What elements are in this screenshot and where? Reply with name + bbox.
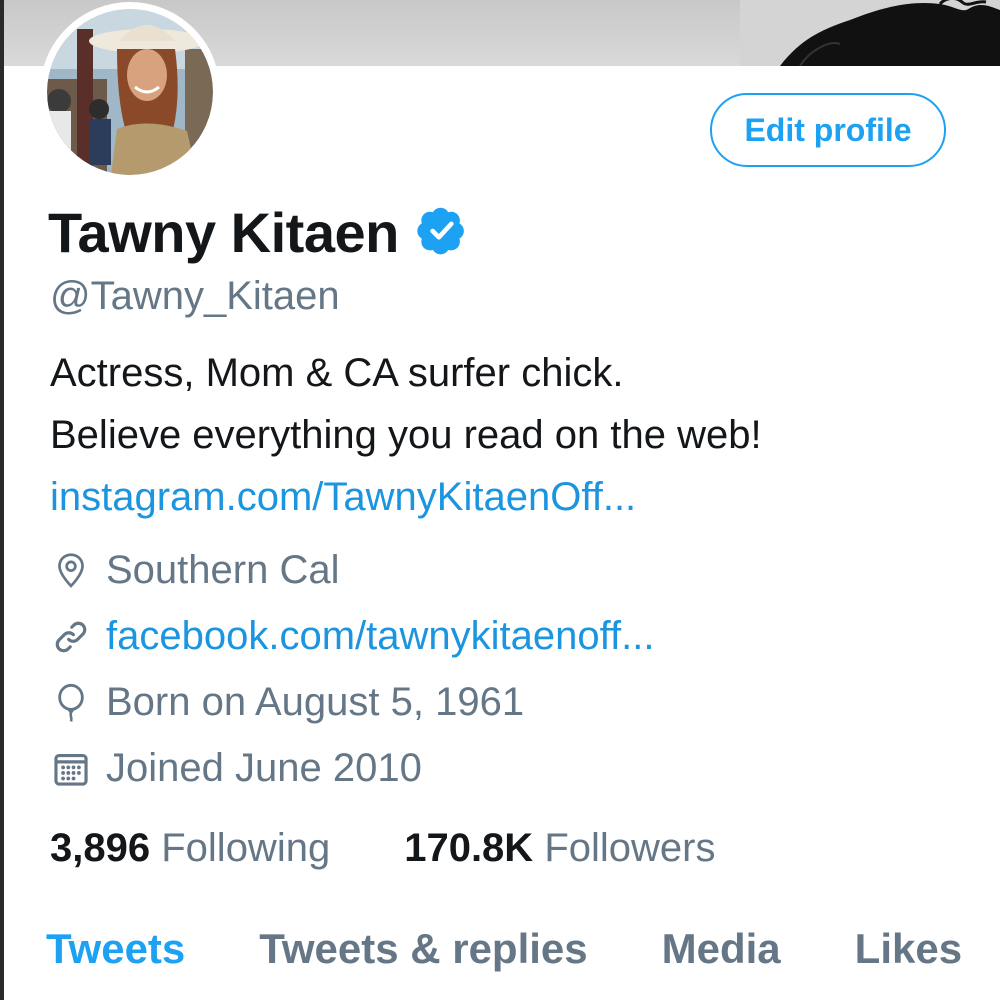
website-link[interactable]: facebook.com/tawnykitaenoff...	[106, 614, 654, 659]
bio-line: Actress, Mom & CA surfer chick.	[50, 351, 624, 395]
tab-tweets-replies[interactable]: Tweets & replies	[259, 925, 587, 973]
birthdate-text: Born on August 5, 1961	[106, 680, 525, 724]
profile-page: Edit profile Tawny Kitaen @Tawny_Kitaen …	[0, 0, 1000, 1000]
profile-birthdate: Born on August 5, 1961	[50, 680, 524, 725]
profile-bio: Actress, Mom & CA surfer chick. Believe …	[50, 342, 762, 528]
name-row: Tawny Kitaen	[48, 200, 467, 265]
follow-stats: 3,896 Following 170.8K Followers	[50, 826, 715, 871]
edit-profile-button[interactable]: Edit profile	[710, 93, 946, 167]
window-edge	[0, 0, 4, 1000]
followers-stat[interactable]: 170.8K Followers	[404, 826, 715, 871]
banner-image	[740, 0, 1000, 66]
bio-instagram-link[interactable]: instagram.com/TawnyKitaenOff...	[50, 466, 762, 528]
calendar-icon	[50, 748, 92, 790]
following-count: 3,896	[50, 826, 151, 870]
avatar[interactable]	[40, 2, 220, 182]
link-icon	[50, 616, 92, 658]
profile-handle: @Tawny_Kitaen	[50, 274, 340, 318]
avatar-image	[47, 9, 213, 175]
followers-label: Followers	[544, 826, 716, 870]
profile-website: facebook.com/tawnykitaenoff...	[50, 614, 654, 659]
bio-line: Believe everything you read on the web!	[50, 413, 762, 457]
joined-text: Joined June 2010	[106, 746, 422, 790]
verified-badge-icon	[417, 205, 467, 260]
following-stat[interactable]: 3,896 Following	[50, 826, 330, 871]
tab-tweets[interactable]: Tweets	[46, 925, 185, 973]
following-label: Following	[161, 826, 331, 870]
tab-likes[interactable]: Likes	[855, 925, 962, 973]
tab-media[interactable]: Media	[662, 925, 781, 973]
profile-location: Southern Cal	[50, 548, 339, 593]
balloon-icon	[50, 682, 92, 724]
profile-tabs: Tweets Tweets & replies Media Likes	[46, 925, 962, 973]
followers-count: 170.8K	[404, 826, 534, 870]
location-pin-icon	[50, 550, 92, 592]
location-text: Southern Cal	[106, 548, 340, 592]
profile-joined: Joined June 2010	[50, 746, 422, 791]
profile-name: Tawny Kitaen	[48, 201, 399, 264]
